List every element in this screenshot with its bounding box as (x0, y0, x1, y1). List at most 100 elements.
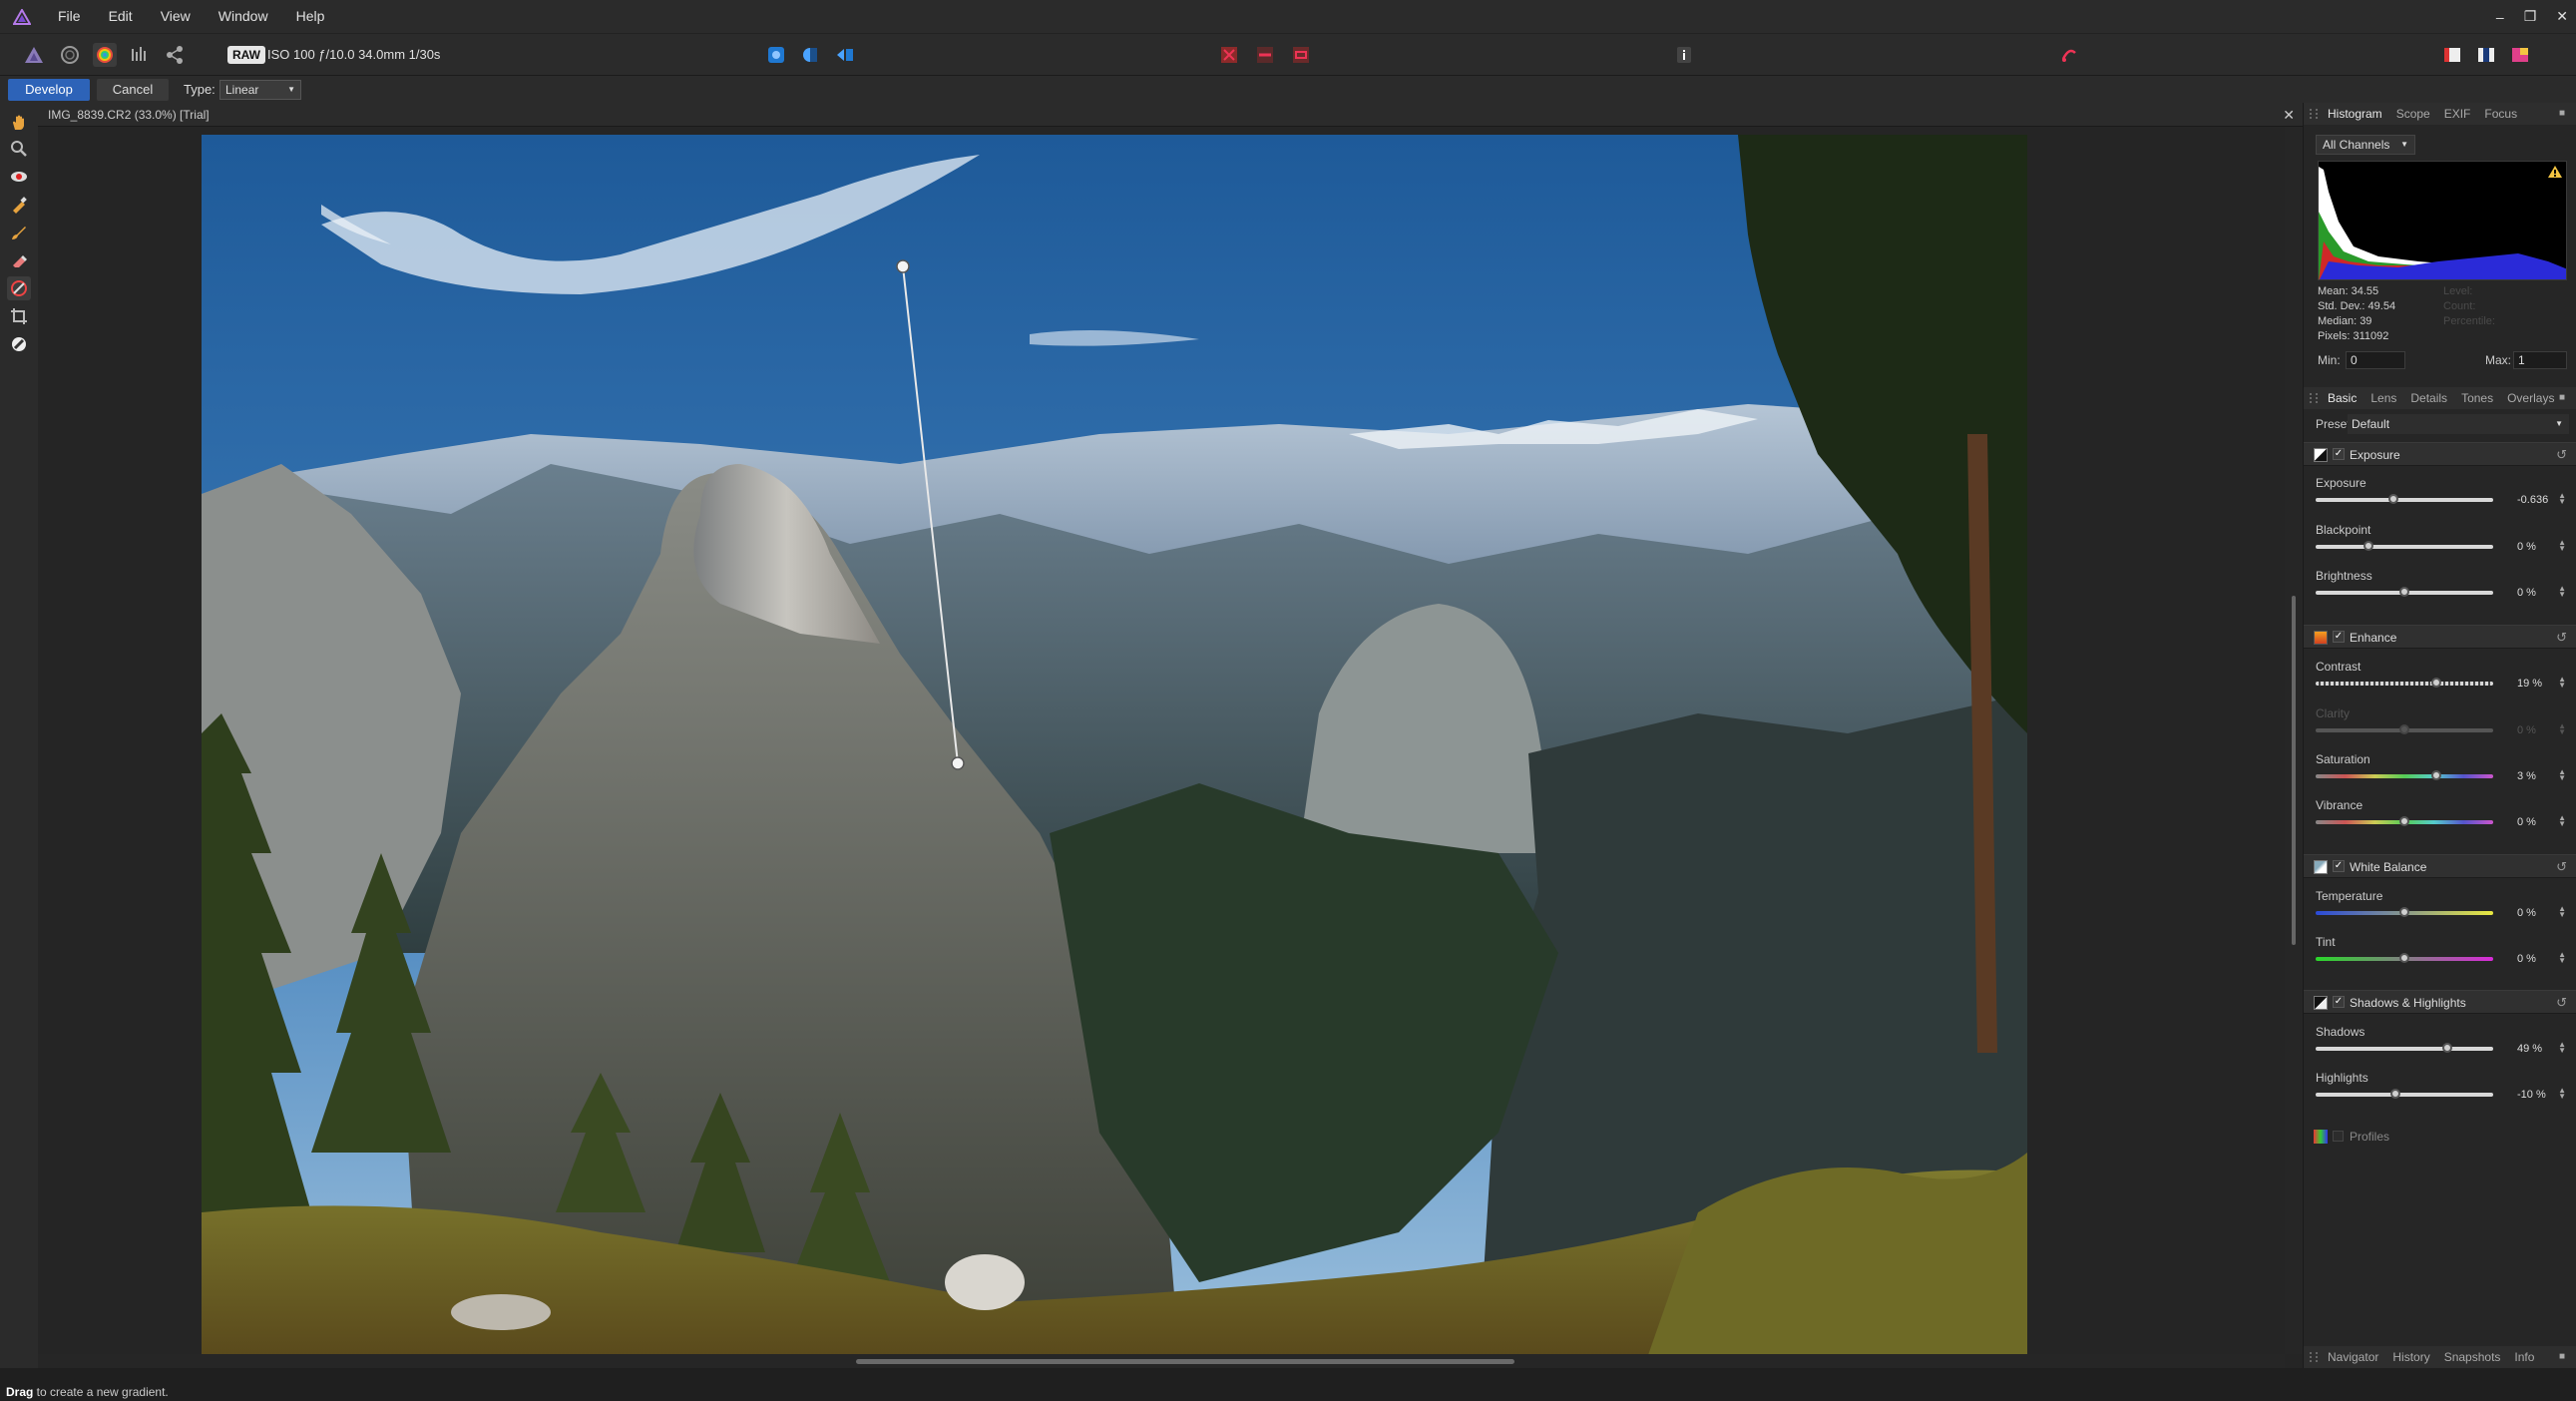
horizontal-scroll-thumb[interactable] (856, 1359, 1514, 1364)
assistant-icon[interactable] (2057, 43, 2081, 67)
minimize-button[interactable]: – (2496, 9, 2504, 25)
clipped-shadows-icon[interactable] (1253, 43, 1277, 67)
blemish-tool-icon[interactable] (7, 193, 31, 217)
tab-tones[interactable]: Tones (2461, 391, 2493, 405)
clarity-value[interactable]: 0 % (2517, 722, 2536, 738)
tab-lens[interactable]: Lens (2370, 391, 2396, 405)
view-mode-single-icon[interactable] (764, 43, 788, 67)
contrast-stepper[interactable]: ▲ ▼ (2558, 676, 2566, 690)
tone-mapping-persona-icon[interactable] (128, 43, 152, 67)
panel-grip-icon[interactable] (2310, 393, 2318, 403)
horizontal-scrollbar[interactable] (38, 1354, 2285, 1368)
vertical-scroll-thumb[interactable] (2292, 596, 2296, 945)
vibrance-slider-knob[interactable] (2399, 816, 2409, 826)
overlay-gradient-tool-icon[interactable] (7, 276, 31, 300)
blackpoint-slider[interactable] (2316, 541, 2493, 551)
histogram-graph[interactable] (2318, 161, 2567, 280)
studio-left-icon[interactable] (2440, 43, 2464, 67)
shadows-slider[interactable] (2316, 1043, 2493, 1053)
panel-menu-icon[interactable]: ■ (2559, 108, 2569, 119)
tab-histogram[interactable]: Histogram (2328, 107, 2382, 121)
tint-slider-knob[interactable] (2399, 953, 2409, 963)
section-enhance[interactable]: ✓ Enhance ↺ (2304, 625, 2576, 649)
close-document-icon[interactable]: ✕ (2283, 103, 2295, 127)
contrast-slider-knob[interactable] (2431, 678, 2442, 688)
crop-tool-icon[interactable] (7, 304, 31, 328)
develop-persona-icon[interactable] (93, 43, 117, 67)
photo-persona-icon[interactable] (22, 43, 46, 67)
temperature-value[interactable]: 0 % (2517, 905, 2536, 921)
reset-icon[interactable]: ↺ (2556, 859, 2567, 875)
erase-brush-icon[interactable] (7, 248, 31, 272)
shadows-slider-knob[interactable] (2441, 1043, 2452, 1053)
panel-grip-icon[interactable] (2310, 1352, 2318, 1362)
tab-navigator[interactable]: Navigator (2328, 1350, 2378, 1364)
clarity-stepper[interactable]: ▲ ▼ (2558, 722, 2566, 736)
menu-edit[interactable]: Edit (95, 0, 147, 33)
section-shadows-highlights[interactable]: ✓ Shadows & Highlights ↺ (2304, 990, 2576, 1014)
blackpoint-slider-knob[interactable] (2363, 541, 2374, 551)
reset-icon[interactable]: ↺ (2556, 995, 2567, 1011)
saturation-slider-knob[interactable] (2431, 770, 2442, 780)
menu-window[interactable]: Window (205, 0, 282, 33)
highlights-slider-knob[interactable] (2390, 1089, 2401, 1099)
gradient-type-select[interactable]: Linear ▼ (219, 80, 301, 100)
blackpoint-value[interactable]: 0 % (2517, 539, 2536, 555)
tint-value[interactable]: 0 % (2517, 951, 2536, 967)
exposure-enable-checkbox[interactable]: ✓ (2333, 448, 2345, 460)
highlights-value[interactable]: -10 % (2517, 1087, 2546, 1103)
menu-file[interactable]: File (44, 0, 95, 33)
saturation-stepper[interactable]: ▲ ▼ (2558, 768, 2566, 782)
reset-icon[interactable]: ↺ (2556, 447, 2567, 463)
shadows-stepper[interactable]: ▲ ▼ (2558, 1041, 2566, 1055)
menu-help[interactable]: Help (282, 0, 339, 33)
document-tab[interactable]: IMG_8839.CR2 (33.0%) [Trial] ✕ (38, 103, 2303, 127)
brush-tool-icon[interactable] (7, 221, 31, 244)
export-persona-icon[interactable] (163, 43, 187, 67)
brightness-value[interactable]: 0 % (2517, 585, 2536, 601)
clarity-slider-knob[interactable] (2399, 724, 2409, 734)
section-white-balance[interactable]: ✓ White Balance ↺ (2304, 854, 2576, 878)
blackpoint-stepper[interactable]: ▲ ▼ (2558, 539, 2566, 553)
enhance-enable-checkbox[interactable]: ✓ (2333, 631, 2345, 643)
tab-snapshots[interactable]: Snapshots (2444, 1350, 2501, 1364)
view-mode-split-icon[interactable] (798, 43, 822, 67)
saturation-value[interactable]: 3 % (2517, 768, 2536, 784)
brightness-stepper[interactable]: ▲ ▼ (2558, 585, 2566, 599)
tab-focus[interactable]: Focus (2484, 107, 2517, 121)
vibrance-slider[interactable] (2316, 816, 2493, 826)
info-icon[interactable] (1672, 43, 1696, 67)
panel-menu-icon[interactable]: ■ (2559, 1351, 2569, 1362)
vibrance-value[interactable]: 0 % (2517, 814, 2536, 830)
tab-basic[interactable]: Basic (2328, 391, 2357, 405)
tab-overlays[interactable]: Overlays (2507, 391, 2554, 405)
cancel-button[interactable]: Cancel (97, 79, 169, 101)
develop-button[interactable]: Develop (8, 79, 90, 101)
red-eye-tool-icon[interactable] (7, 165, 31, 189)
channels-select[interactable]: All Channels ▼ (2316, 135, 2415, 155)
studio-right-icon[interactable] (2474, 43, 2498, 67)
zoom-tool-icon[interactable] (7, 137, 31, 161)
liquify-persona-icon[interactable] (58, 43, 82, 67)
highlights-slider[interactable] (2316, 1089, 2493, 1099)
reset-icon[interactable]: ↺ (2556, 630, 2567, 646)
exposure-slider[interactable] (2316, 494, 2493, 504)
preset-select[interactable]: Default ▼ (2348, 414, 2569, 434)
shadows-value[interactable]: 49 % (2517, 1041, 2542, 1057)
vibrance-stepper[interactable]: ▲ ▼ (2558, 814, 2566, 828)
temperature-stepper[interactable]: ▲ ▼ (2558, 905, 2566, 919)
tab-history[interactable]: History (2392, 1350, 2429, 1364)
exposure-stepper[interactable]: ▲ ▼ (2558, 492, 2566, 506)
hand-tool-icon[interactable] (7, 111, 31, 135)
restore-button[interactable]: ❐ (2524, 8, 2537, 25)
exposure-value[interactable]: -0.636 (2517, 492, 2548, 508)
tab-info[interactable]: Info (2514, 1350, 2534, 1364)
saturation-slider[interactable] (2316, 770, 2493, 780)
photo-canvas[interactable] (202, 135, 2027, 1355)
menu-view[interactable]: View (147, 0, 205, 33)
panel-menu-icon[interactable]: ■ (2559, 392, 2569, 403)
brightness-slider[interactable] (2316, 587, 2493, 597)
view-mode-mirror-icon[interactable] (833, 43, 857, 67)
panel-grip-icon[interactable] (2310, 109, 2318, 119)
affinity-triangle-icon[interactable] (0, 0, 44, 33)
